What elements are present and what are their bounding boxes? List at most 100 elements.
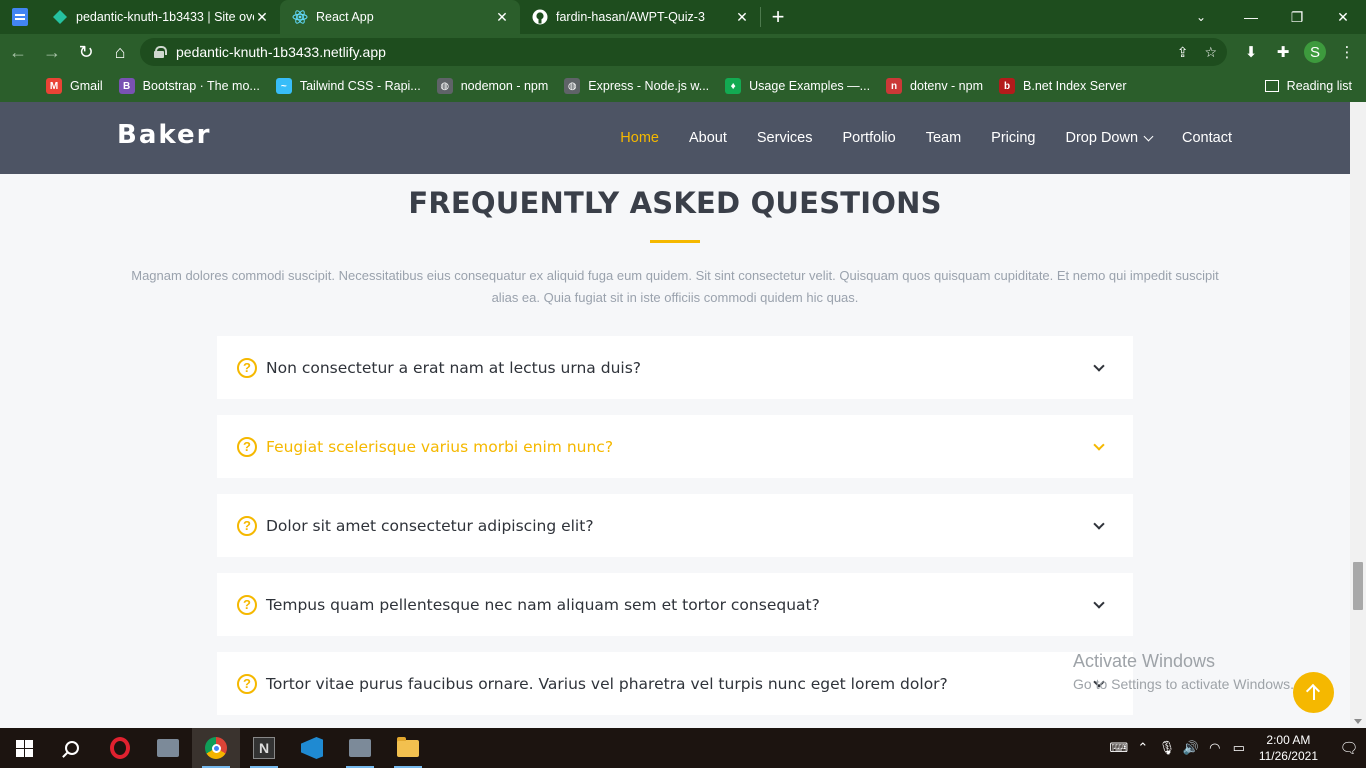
bookmark-item[interactable]: ◍ Express - Node.js w... (564, 78, 709, 94)
nav-label: Portfolio (842, 130, 896, 146)
scrollbar-thumb[interactable] (1353, 562, 1363, 610)
download-icon[interactable]: ⬇ (1240, 43, 1262, 61)
faq-question: Feugiat scelerisque varius morbi enim nu… (266, 437, 614, 456)
bookmark-item[interactable]: M Gmail (46, 78, 103, 94)
nav-drop-down[interactable]: Drop Down (1065, 130, 1154, 146)
close-window-icon[interactable]: ✕ (1320, 0, 1366, 34)
clock[interactable]: 2:00 AM 11/26/2021 (1259, 732, 1318, 764)
taskbar-app-generic[interactable] (144, 728, 192, 768)
close-icon[interactable]: ✕ (734, 9, 750, 26)
bookmark-item[interactable]: ◍ nodemon - npm (436, 78, 548, 94)
npm-icon: n (886, 78, 903, 94)
bookmark-label: Bootstrap · The mo... (142, 79, 260, 93)
faq-item[interactable]: ? Tempus quam pellentesque nec nam aliqua… (217, 573, 1133, 636)
bookmark-item[interactable]: b B.net Index Server (999, 78, 1127, 94)
volume-icon[interactable]: 🔊 (1179, 740, 1203, 756)
photos-icon (349, 739, 371, 757)
microphone-icon[interactable]: 🎙 (1155, 740, 1179, 756)
tab-github[interactable]: fardin-hasan/AWPT-Quiz-3 ✕ (520, 0, 760, 34)
profile-avatar[interactable]: S (1304, 41, 1326, 63)
chrome-icon (205, 737, 227, 759)
extensions-puzzle-icon[interactable]: ✚ (1272, 43, 1294, 61)
close-icon[interactable]: ✕ (254, 9, 270, 26)
arrow-up-icon (1312, 685, 1315, 700)
title-underline (650, 240, 700, 243)
nav-label: Team (925, 130, 962, 146)
chevron-down-icon[interactable] (1093, 439, 1105, 451)
nav-label: About (688, 130, 727, 146)
bnet-icon: b (999, 78, 1016, 94)
forward-icon[interactable]: → (36, 36, 68, 68)
tab-search-icon[interactable]: ⌄ (1186, 0, 1216, 34)
taskbar-vscode[interactable] (288, 728, 336, 768)
taskbar-chrome[interactable] (192, 728, 240, 768)
scroll-down-arrow-icon[interactable] (1354, 719, 1362, 724)
page-viewport: Baker Home About Services Portfolio Team Pric… (0, 102, 1350, 728)
chevron-down-icon[interactable] (1093, 597, 1105, 609)
chevron-up-icon[interactable]: ⌃ (1131, 740, 1155, 756)
taskbar-notion[interactable]: N (240, 728, 288, 768)
nav-portfolio[interactable]: Portfolio (842, 130, 895, 146)
faq-list: ? Non consectetur a erat nam at lectus ur… (217, 336, 1133, 728)
close-icon[interactable]: ✕ (494, 9, 510, 26)
minimize-icon[interactable]: — (1228, 0, 1274, 34)
bookmarks-bar: M Gmail B Bootstrap · The mo... ~ Tailwind CS… (0, 70, 1366, 102)
nav-services[interactable]: Services (757, 130, 813, 146)
wifi-icon[interactable]: ◠ (1203, 740, 1227, 756)
nav-team[interactable]: Team (926, 130, 961, 146)
faq-item[interactable]: ? Feugiat scelerisque varius morbi enim n… (217, 415, 1133, 478)
windows-taskbar: N ⌨ ⌃ 🎙 🔊 ◠ ▭ 2:00 AM 11/26/2021 🗨 (0, 728, 1366, 768)
taskbar-file-explorer[interactable] (384, 728, 432, 768)
search-button[interactable] (48, 728, 96, 768)
share-icon[interactable]: ⇪ (1177, 44, 1189, 61)
restore-icon[interactable]: ❐ (1274, 0, 1320, 34)
tab-title: React App (316, 10, 374, 24)
watermark-line2: Go to Settings to activate Windows. (1073, 676, 1294, 692)
page-scrollbar[interactable] (1350, 102, 1366, 728)
faq-item[interactable]: ? Tortor vitae purus faucibus ornare. Var… (217, 652, 1133, 715)
reading-list-button[interactable]: Reading list (1264, 70, 1352, 102)
system-tray: ⌨ ⌃ 🎙 🔊 ◠ ▭ 2:00 AM 11/26/2021 🗨 (1107, 728, 1366, 768)
faq-item[interactable]: ? Dolor sit amet consectetur adipiscing e… (217, 494, 1133, 557)
docs-tab-icon[interactable] (0, 0, 40, 34)
question-circle-icon: ? (237, 357, 257, 378)
faq-question: Dolor sit amet consectetur adipiscing el… (266, 516, 594, 535)
opera-icon (110, 737, 130, 759)
chevron-down-icon[interactable] (1093, 360, 1105, 372)
bookmark-item[interactable]: ~ Tailwind CSS - Rapi... (275, 78, 421, 94)
tab-netlify[interactable]: pedantic-knuth-1b3433 | Site ove ✕ (40, 0, 280, 34)
new-tab-button[interactable]: + (761, 0, 795, 34)
reading-list-label: Reading list (1286, 79, 1352, 93)
bookmark-item[interactable]: ♦ Usage Examples —... (725, 78, 870, 94)
bookmark-item[interactable]: B Bootstrap · The mo... (118, 78, 260, 94)
site-logo[interactable]: Baker (117, 120, 211, 150)
faq-item[interactable]: ? Non consectetur a erat nam at lectus ur… (217, 336, 1133, 399)
nav-about[interactable]: About (689, 130, 727, 146)
question-circle-icon: ? (237, 515, 257, 536)
nav-pricing[interactable]: Pricing (991, 130, 1035, 146)
menu-kebab-icon[interactable]: ⋮ (1336, 43, 1358, 61)
activate-windows-watermark: Activate Windows Go to Settings to activ… (1073, 651, 1294, 692)
address-text: pedantic-knuth-1b3433.netlify.app (176, 44, 386, 60)
notion-icon: N (253, 737, 275, 759)
taskbar-opera[interactable] (96, 728, 144, 768)
back-to-top-button[interactable] (1293, 672, 1334, 713)
battery-icon[interactable]: ▭ (1227, 740, 1251, 756)
bookmark-star-icon[interactable]: ☆ (1204, 44, 1217, 61)
browser-tab-bar: pedantic-knuth-1b3433 | Site ove ✕ React… (0, 0, 1366, 34)
nav-home[interactable]: Home (620, 130, 659, 146)
notifications-icon[interactable]: 🗨 (1332, 739, 1366, 757)
taskbar-app-photos[interactable] (336, 728, 384, 768)
keyboard-icon[interactable]: ⌨ (1107, 740, 1131, 756)
chevron-down-icon[interactable] (1093, 518, 1105, 530)
back-icon[interactable]: ← (2, 36, 34, 68)
bookmark-item[interactable]: n dotenv - npm (886, 78, 983, 94)
tab-react-app[interactable]: React App ✕ (280, 0, 520, 34)
question-circle-icon: ? (237, 594, 257, 615)
home-icon[interactable]: ⌂ (104, 36, 136, 68)
start-button[interactable] (0, 728, 48, 768)
address-bar[interactable]: pedantic-knuth-1b3433.netlify.app ⇪ ☆ (140, 38, 1227, 66)
question-circle-icon: ? (237, 673, 257, 694)
reload-icon[interactable]: ↻ (70, 36, 102, 68)
nav-contact[interactable]: Contact (1182, 130, 1232, 146)
